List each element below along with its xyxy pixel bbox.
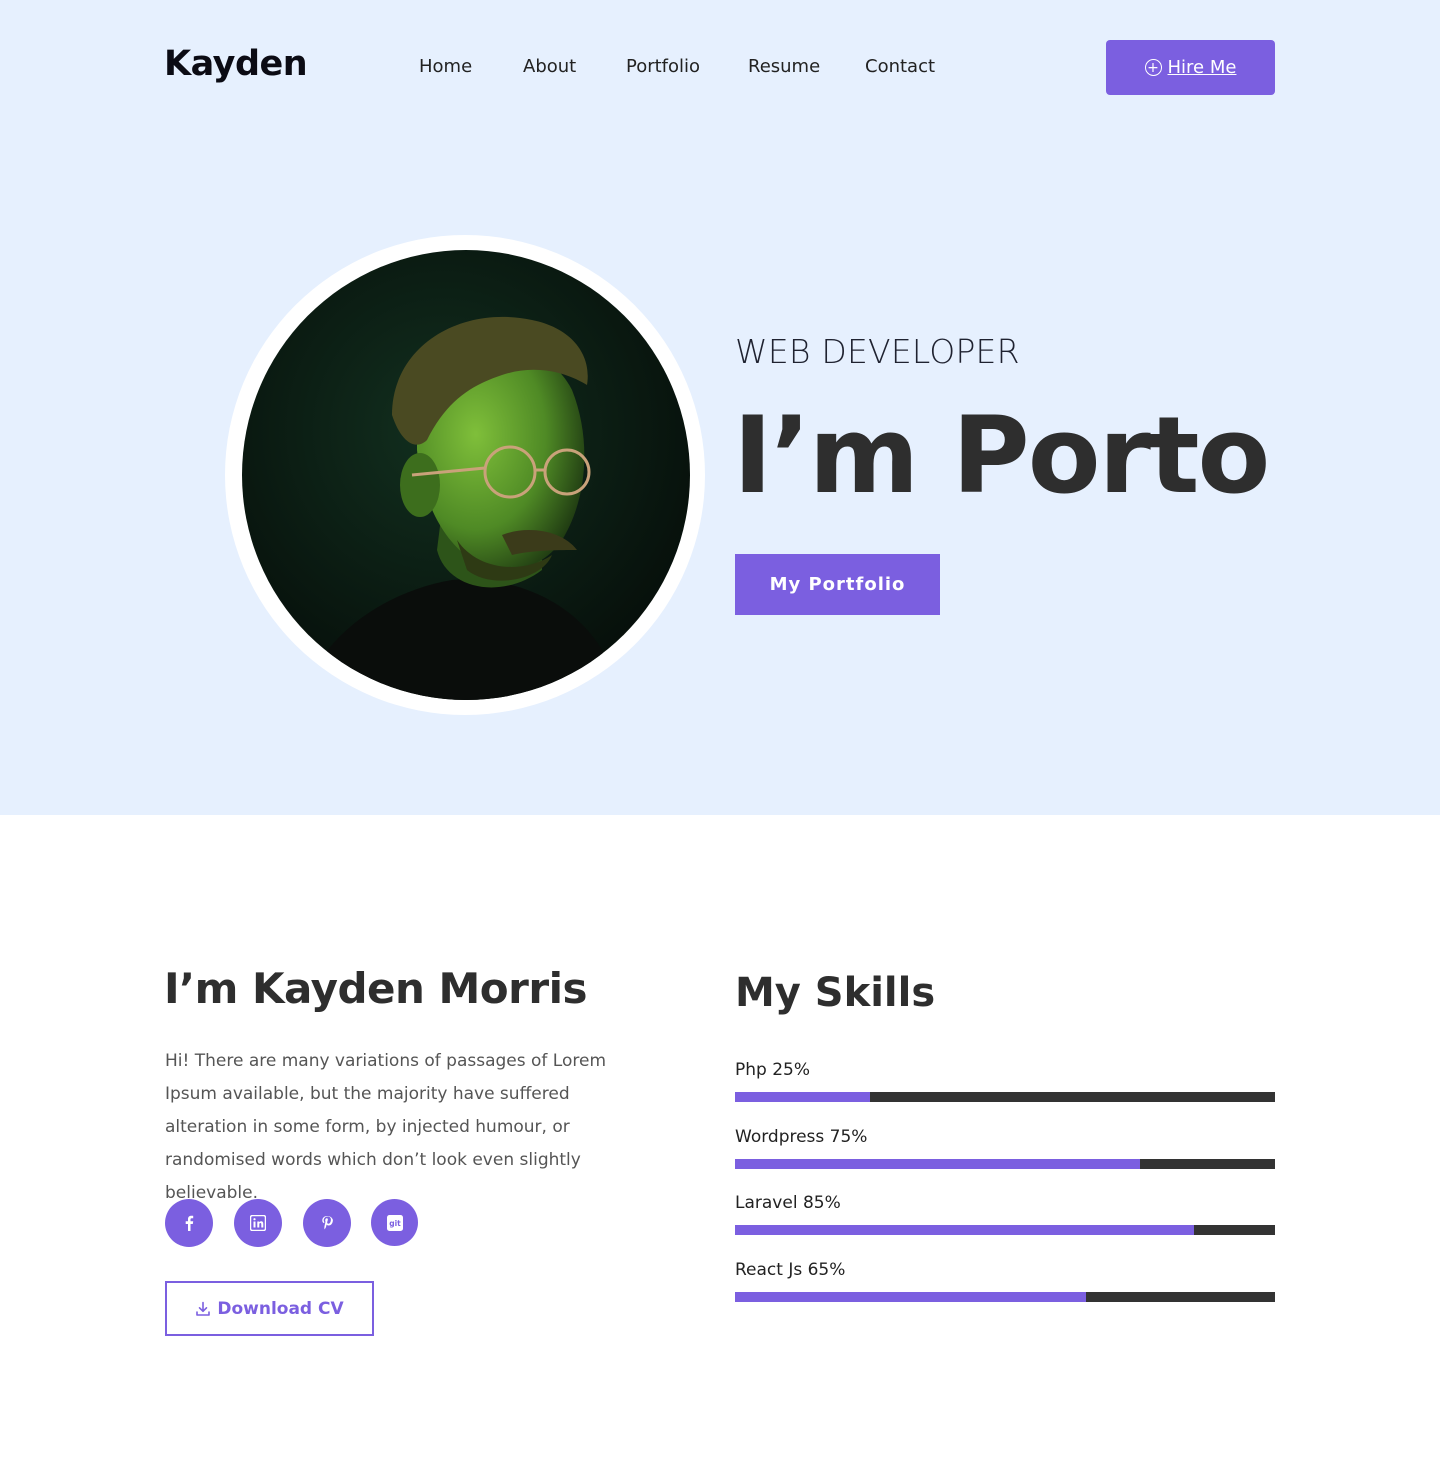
skill-progress-track bbox=[735, 1292, 1275, 1302]
download-cv-button[interactable]: Download CV bbox=[165, 1281, 374, 1336]
portrait-illustration bbox=[242, 250, 690, 700]
skill-label: Php 25% bbox=[735, 1060, 811, 1080]
linkedin-link[interactable] bbox=[234, 1199, 282, 1247]
skill-label: Wordpress 75% bbox=[735, 1127, 868, 1147]
svg-text:git: git bbox=[389, 1219, 401, 1228]
about-title: I’m Kayden Morris bbox=[164, 964, 587, 1013]
portrait-photo bbox=[242, 250, 690, 700]
skill-progress-fill bbox=[735, 1292, 1086, 1302]
nav-item-home[interactable]: Home bbox=[419, 56, 472, 77]
my-portfolio-button[interactable]: My Portfolio bbox=[735, 554, 940, 615]
facebook-icon bbox=[185, 1215, 194, 1231]
nav-item-about[interactable]: About bbox=[523, 56, 576, 77]
git-link[interactable]: git bbox=[371, 1199, 418, 1246]
skill-progress-fill bbox=[735, 1159, 1140, 1169]
download-icon bbox=[196, 1301, 211, 1316]
about-text: Hi! There are many variations of passage… bbox=[165, 1051, 607, 1203]
hire-me-label: Hire Me bbox=[1167, 57, 1237, 78]
pinterest-icon bbox=[322, 1216, 333, 1230]
facebook-link[interactable] bbox=[165, 1199, 213, 1247]
skill-progress-track bbox=[735, 1225, 1275, 1235]
pinterest-link[interactable] bbox=[303, 1199, 351, 1247]
skill-item: Php 25% bbox=[735, 1060, 1275, 1106]
skill-item: React Js 65% bbox=[735, 1260, 1275, 1306]
skill-progress-fill bbox=[735, 1225, 1194, 1235]
brand-logo[interactable]: Kayden bbox=[164, 44, 308, 84]
skill-progress-fill bbox=[735, 1092, 870, 1102]
hire-me-button[interactable]: + Hire Me bbox=[1106, 40, 1275, 95]
nav-item-resume[interactable]: Resume bbox=[748, 56, 820, 77]
skill-item: Wordpress 75% bbox=[735, 1127, 1275, 1173]
skill-label: React Js 65% bbox=[735, 1260, 846, 1280]
skill-item: Laravel 85% bbox=[735, 1193, 1275, 1239]
skill-label: Laravel 85% bbox=[735, 1193, 841, 1213]
plus-circle-icon: + bbox=[1144, 59, 1162, 76]
skill-progress-track bbox=[735, 1159, 1275, 1169]
hero-section: Kayden Home About Portfolio Resume Conta… bbox=[0, 0, 1440, 815]
hero-subtitle: WEB DEVELOPER bbox=[735, 332, 1020, 371]
linkedin-icon bbox=[250, 1215, 266, 1231]
skill-progress-track bbox=[735, 1092, 1275, 1102]
download-cv-label: Download CV bbox=[217, 1298, 344, 1319]
skills-title: My Skills bbox=[735, 970, 936, 1016]
nav-item-portfolio[interactable]: Portfolio bbox=[626, 56, 700, 77]
nav-item-contact[interactable]: Contact bbox=[865, 56, 935, 77]
hero-title: I’m Porto bbox=[733, 394, 1270, 517]
git-icon: git bbox=[386, 1214, 403, 1231]
